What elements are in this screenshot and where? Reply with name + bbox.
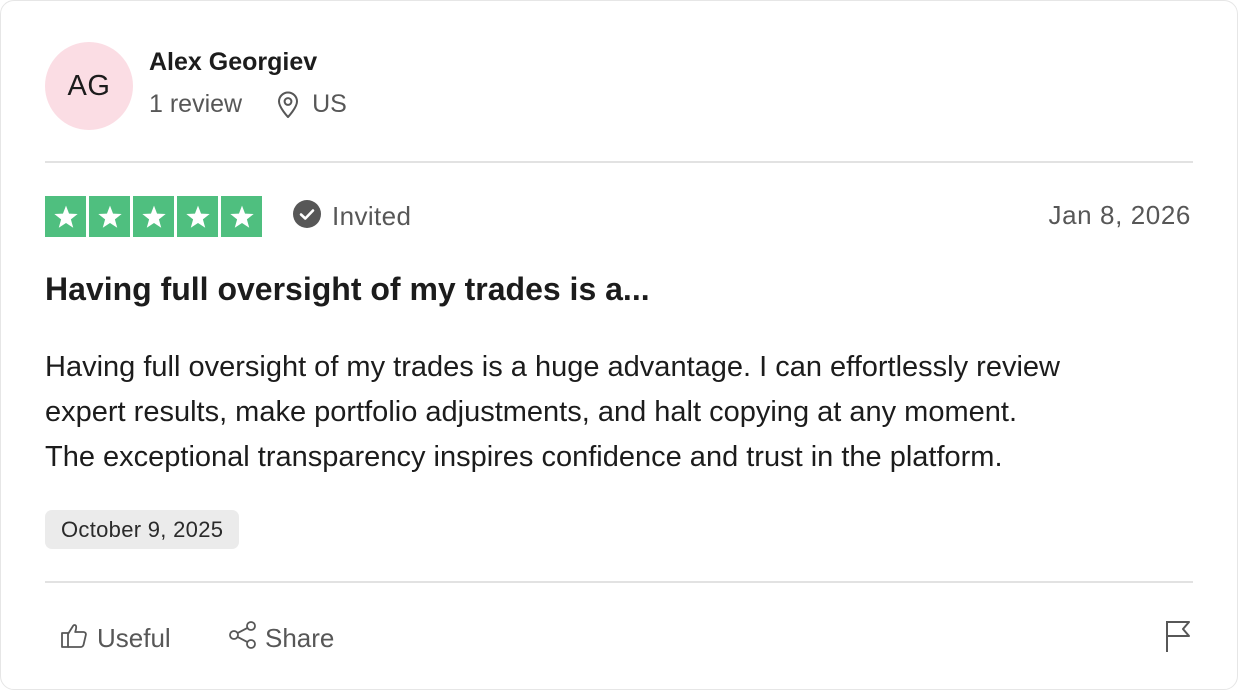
divider: [45, 161, 1193, 163]
reviewer-details: 1 review US: [149, 90, 347, 119]
review-body-line: Having full oversight of my trades is a …: [45, 351, 1060, 383]
experience-date-badge: October 9, 2025: [45, 510, 240, 549]
invited-label: Invited: [332, 201, 412, 231]
location-pin-icon: [276, 91, 300, 119]
review-count: 1 review: [149, 90, 243, 118]
report-flag-icon[interactable]: [1163, 618, 1193, 659]
useful-button[interactable]: Useful: [59, 619, 171, 658]
reviewer-header: AG Alex Georgiev 1 review US: [45, 42, 549, 130]
share-icon: [227, 619, 259, 658]
thumbs-up-icon: [59, 619, 91, 658]
useful-label: Useful: [97, 623, 171, 653]
share-button[interactable]: Share: [227, 619, 334, 658]
reviewer-country: US: [312, 90, 347, 118]
review-date: Jan 8, 2026: [1048, 200, 1191, 230]
review-body-line: expert results, make portfolio adjustmen…: [45, 396, 1017, 428]
share-label: Share: [265, 623, 335, 653]
review-body: Having full oversight of my trades is a …: [45, 345, 1205, 480]
check-circle-icon: [293, 200, 321, 233]
star-icon: [89, 196, 130, 237]
review-body-line: The exceptional transparency inspires co…: [45, 441, 1003, 473]
reviewer-meta: Alex Georgiev 1 review US: [149, 42, 549, 130]
star-icon: [177, 196, 218, 237]
review-card: AG Alex Georgiev 1 review US Invited Jan…: [0, 0, 1238, 690]
review-title[interactable]: Having full oversight of my trades is a.…: [45, 271, 650, 308]
star-icon: [45, 196, 86, 237]
divider: [45, 581, 1193, 583]
star-rating: [45, 196, 265, 237]
avatar[interactable]: AG: [45, 42, 133, 130]
invited-badge[interactable]: Invited: [293, 200, 411, 233]
reviewer-name[interactable]: Alex Georgiev: [149, 48, 317, 77]
star-icon: [221, 196, 262, 237]
star-icon: [133, 196, 174, 237]
